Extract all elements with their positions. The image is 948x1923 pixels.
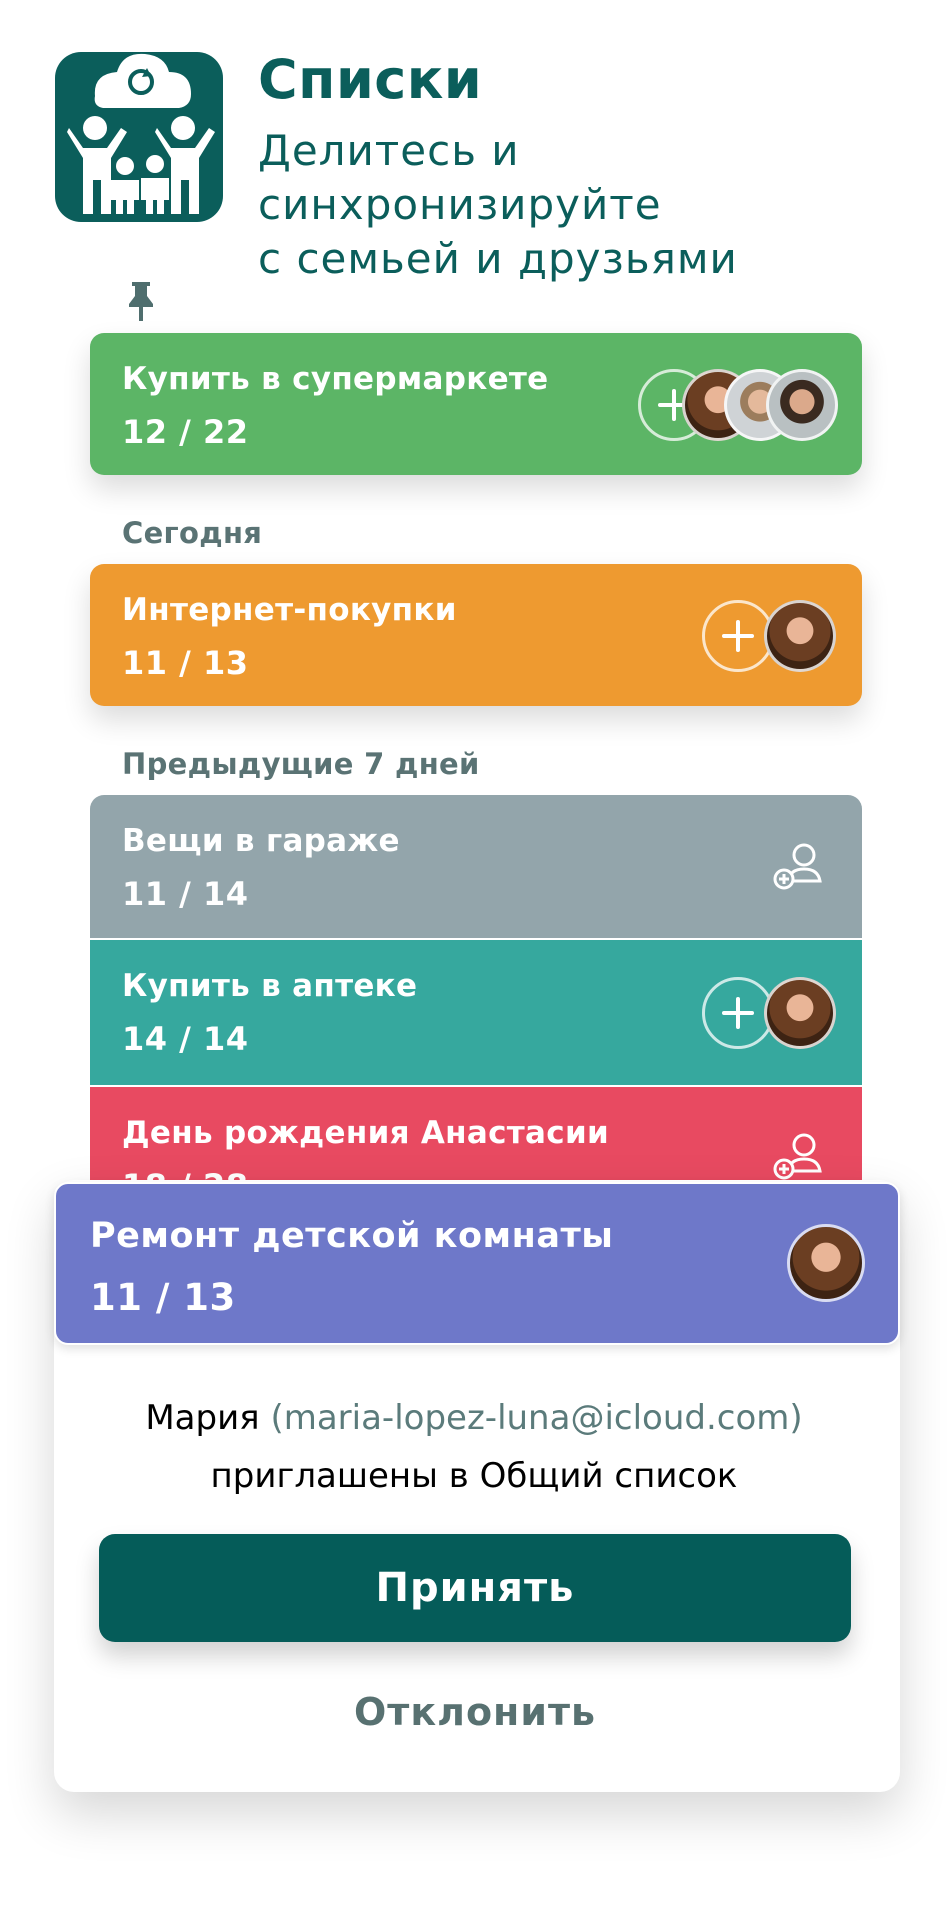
avatar	[787, 1224, 865, 1302]
sender-email: (maria-lopez-luna@icloud.com)	[270, 1398, 803, 1438]
list-card-garage[interactable]: Вещи в гараже 11 / 14	[90, 795, 862, 938]
avatar	[764, 977, 836, 1049]
list-title: Интернет-покупки	[122, 592, 457, 628]
invited-list-progress: 11 / 13	[90, 1276, 236, 1319]
invite-sender: Мария (maria-lopez-luna@icloud.com)	[0, 1398, 948, 1438]
person-add-icon[interactable]	[772, 841, 828, 891]
list-title: Вещи в гараже	[122, 823, 400, 859]
pin-icon	[129, 282, 153, 321]
list-title: Купить в аптеке	[122, 968, 418, 1004]
section-previous-label: Предыдущие 7 дней	[122, 747, 480, 781]
app-title: Списки	[258, 48, 483, 111]
sender-name: Мария	[145, 1398, 260, 1438]
accept-button[interactable]: Принять	[99, 1534, 851, 1642]
decline-button[interactable]: Отклонить	[99, 1690, 851, 1750]
family-cloud-sync-icon	[67, 53, 215, 214]
avatar	[766, 369, 838, 441]
list-title: День рождения Анастасии	[122, 1115, 609, 1151]
avatar	[764, 600, 836, 672]
invite-message: приглашены в Общий список	[210, 1456, 738, 1496]
invited-list-title: Ремонт детской комнаты	[90, 1216, 614, 1256]
invited-list-card: Ремонт детской комнаты 11 / 13	[54, 1182, 900, 1345]
section-today-label: Сегодня	[122, 516, 263, 550]
subtitle-line: синхронизируйте	[258, 180, 662, 229]
list-progress: 11 / 13	[122, 644, 249, 682]
list-card-online-purchases[interactable]: Интернет-покупки 11 / 13	[90, 564, 862, 706]
list-card-pharmacy[interactable]: Купить в аптеке 14 / 14	[90, 940, 862, 1085]
subtitle-line: Делитесь и	[258, 126, 520, 175]
list-progress: 11 / 14	[122, 875, 249, 913]
list-card-supermarket[interactable]: Купить в супермаркете 12 / 22	[90, 333, 862, 475]
subtitle-line: с семьей и друзьями	[258, 234, 738, 283]
list-title: Купить в супермаркете	[122, 361, 549, 397]
person-add-icon[interactable]	[772, 1131, 828, 1181]
list-progress: 14 / 14	[122, 1020, 249, 1058]
app-icon	[55, 52, 223, 222]
app-subtitle: Делитесь и синхронизируйте с семьей и др…	[258, 124, 938, 286]
list-progress: 12 / 22	[122, 413, 249, 451]
